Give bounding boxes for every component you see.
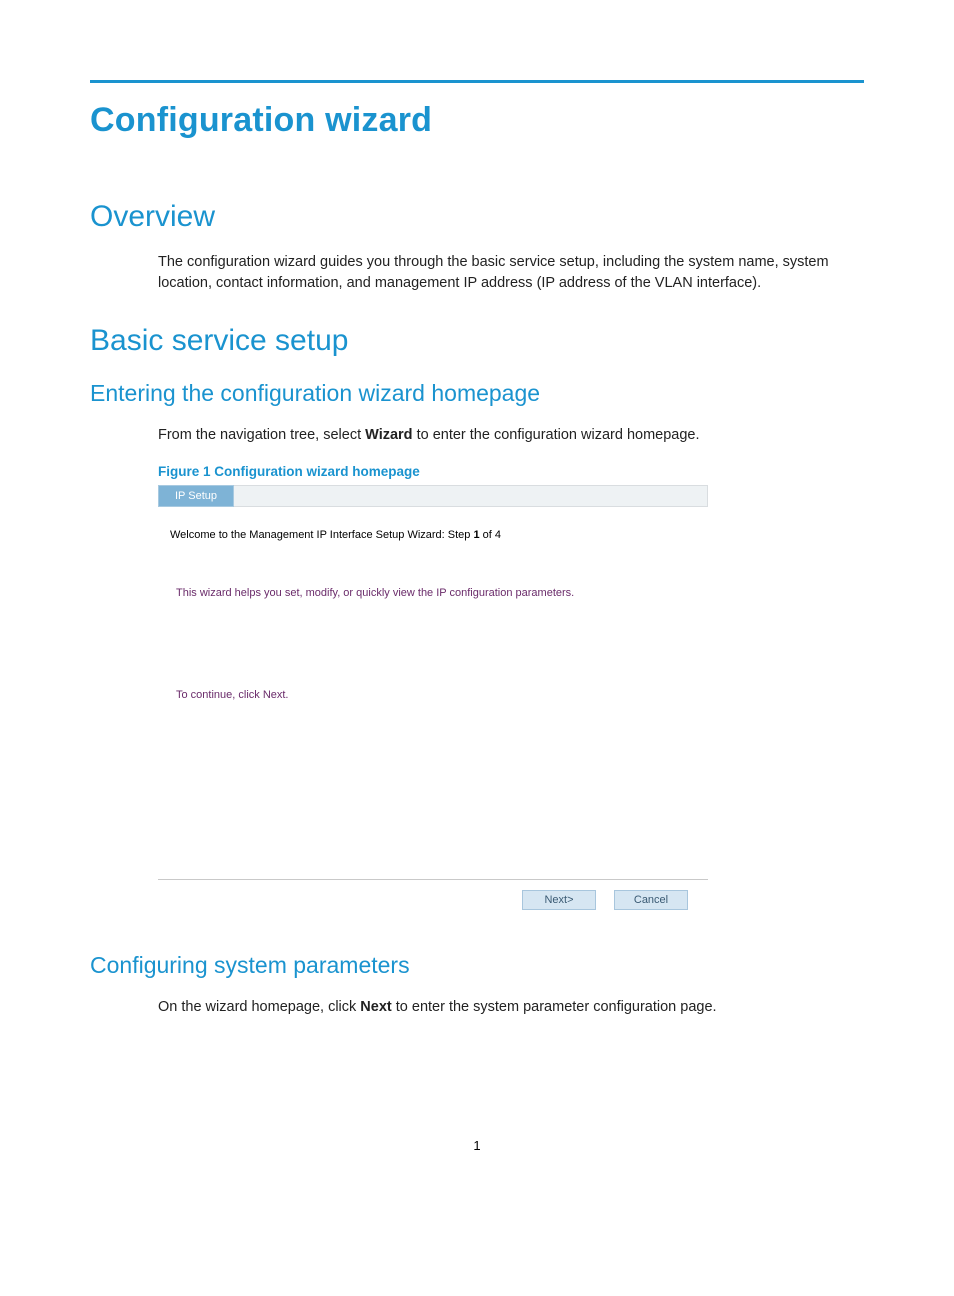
basic-heading: Basic service setup	[90, 324, 864, 358]
entering-intro-bold: Wizard	[365, 427, 412, 443]
wizard-description: This wizard helps you set, modify, or qu…	[176, 587, 696, 599]
wizard-welcome-suffix: of 4	[480, 529, 501, 541]
overview-heading: Overview	[90, 200, 864, 234]
configuring-heading: Configuring system parameters	[90, 952, 864, 979]
wizard-figure: IP Setup Welcome to the Management IP In…	[158, 485, 708, 910]
entering-intro: From the navigation tree, select Wizard …	[158, 425, 864, 446]
wizard-body: Welcome to the Management IP Interface S…	[158, 507, 708, 869]
entering-intro-after: to enter the configuration wizard homepa…	[413, 427, 700, 443]
wizard-tab-row: IP Setup	[158, 485, 708, 507]
entering-intro-before: From the navigation tree, select	[158, 427, 365, 443]
wizard-footer: Next> Cancel	[158, 879, 708, 910]
cancel-button[interactable]: Cancel	[614, 890, 688, 910]
wizard-continue-text: To continue, click Next.	[176, 689, 696, 701]
configuring-intro-before: On the wizard homepage, click	[158, 999, 360, 1015]
configuring-intro-bold: Next	[360, 999, 391, 1015]
overview-paragraph: The configuration wizard guides you thro…	[158, 252, 864, 294]
page-number: 1	[90, 1138, 864, 1153]
configuring-intro-after: to enter the system parameter configurat…	[392, 999, 717, 1015]
entering-heading: Entering the configuration wizard homepa…	[90, 380, 864, 407]
title-rule	[90, 80, 864, 83]
document-page: Configuration wizard Overview The config…	[0, 0, 954, 1193]
wizard-tab-ip-setup[interactable]: IP Setup	[158, 485, 234, 507]
wizard-welcome-prefix: Welcome to the Management IP Interface S…	[170, 529, 473, 541]
page-title: Configuration wizard	[90, 101, 864, 140]
configuring-intro: On the wizard homepage, click Next to en…	[158, 997, 864, 1018]
wizard-tab-spacer	[234, 485, 708, 507]
next-button[interactable]: Next>	[522, 890, 596, 910]
wizard-welcome-line: Welcome to the Management IP Interface S…	[170, 529, 696, 541]
figure-caption: Figure 1 Configuration wizard homepage	[158, 464, 864, 479]
